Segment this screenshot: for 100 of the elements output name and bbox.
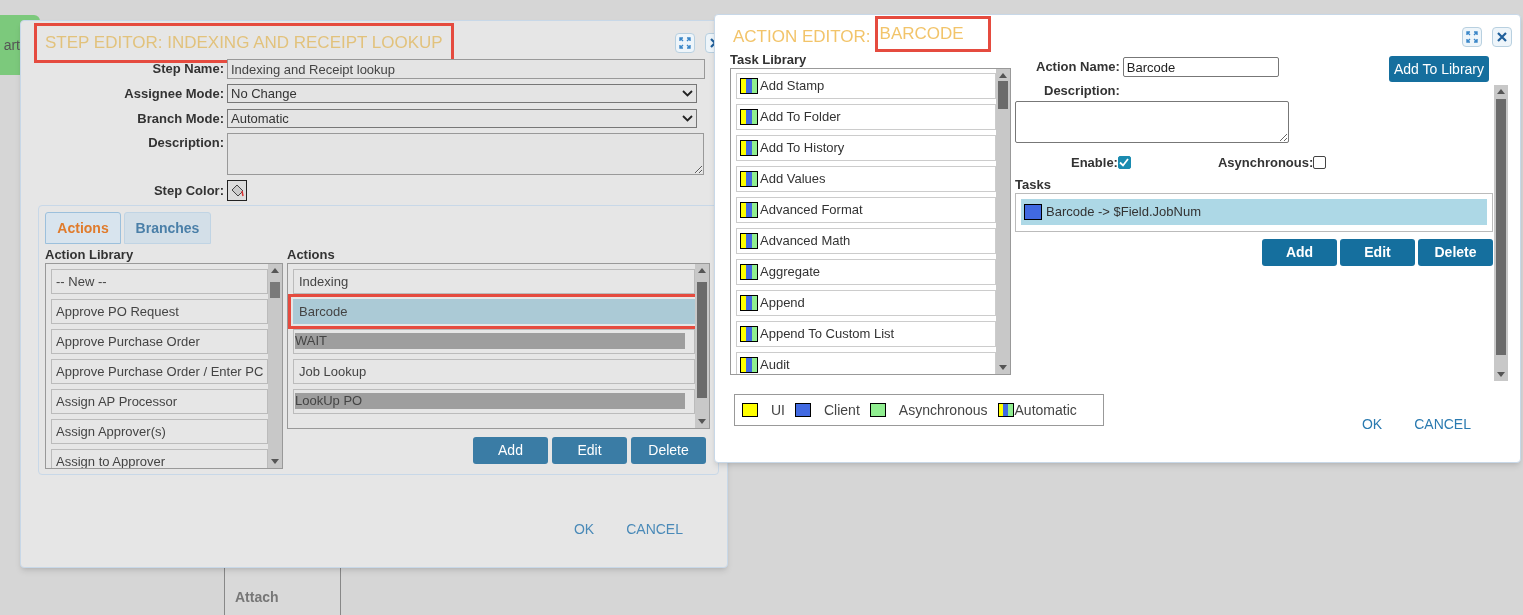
task-type-icon: [1024, 204, 1042, 220]
scroll-up-icon[interactable]: [999, 73, 1007, 78]
action-name-title: BARCODE: [874, 15, 991, 52]
list-title: Task Library: [730, 52, 808, 68]
field-label: Description:: [147, 134, 225, 152]
task-button[interactable]: Edit: [1340, 239, 1415, 266]
scroll-up-icon[interactable]: [698, 268, 706, 273]
field-label: Action Name:: [1036, 58, 1120, 77]
chevron-down-icon: [682, 114, 693, 122]
action-name-field[interactable]: Barcode: [1122, 57, 1279, 77]
task-label: Append To Custom List: [760, 325, 895, 344]
mode-select[interactable]: Automatic: [227, 108, 697, 128]
field-label: Asynchronous:: [1217, 153, 1314, 172]
legend-label: UI: [771, 400, 785, 420]
list-title: Tasks: [1015, 177, 1052, 193]
node-label: Attach: [235, 589, 280, 605]
description-field[interactable]: [1015, 100, 1289, 143]
close-icon[interactable]: [1492, 26, 1512, 47]
field-label: Step Color:: [152, 181, 225, 200]
task-library-item[interactable]: Add To Folder: [736, 104, 996, 130]
task-label: Advanced Math: [760, 232, 851, 251]
library-item[interactable]: Assign to Approver: [51, 449, 269, 468]
field-label: Enable:: [1071, 153, 1118, 172]
add-to-library-button[interactable]: Add To Library: [1389, 56, 1489, 82]
action-item[interactable]: Indexing: [293, 269, 695, 294]
task-label: Add To History: [760, 139, 845, 158]
task-type-icon: [740, 78, 758, 94]
scroll-thumb[interactable]: [1496, 99, 1506, 355]
task-library-item[interactable]: Add Stamp: [736, 73, 996, 99]
task-button[interactable]: Add: [1262, 239, 1337, 266]
task-library-item[interactable]: Advanced Math: [736, 228, 996, 254]
task-label: Append: [760, 294, 805, 313]
task-type-icon: [795, 403, 811, 417]
field-label: Branch Mode:: [136, 109, 225, 128]
maximize-icon[interactable]: [675, 33, 695, 53]
task-type-icon: [740, 326, 758, 342]
task-item[interactable]: Barcode -> $Field.JobNum: [1021, 199, 1487, 225]
step-name-field[interactable]: Indexing and Receipt lookup: [227, 59, 705, 79]
scroll-down-icon[interactable]: [999, 365, 1007, 370]
dialog-button[interactable]: CANCEL: [1410, 414, 1475, 435]
task-button[interactable]: Delete: [1418, 239, 1493, 266]
task-type-icon: [740, 295, 758, 311]
task-library-item[interactable]: Aggregate: [736, 259, 996, 285]
paint-bucket-icon[interactable]: [227, 180, 247, 201]
mode-select[interactable]: No Change: [227, 84, 697, 104]
task-library-item[interactable]: Advanced Format: [736, 197, 996, 223]
task-type-icon: [740, 109, 758, 125]
scrollbar[interactable]: [1494, 85, 1508, 381]
field-label: Step Name:: [151, 60, 225, 79]
library-item[interactable]: -- New --: [51, 269, 269, 294]
scrollbar[interactable]: [695, 264, 709, 428]
scroll-thumb[interactable]: [270, 282, 281, 298]
scroll-up-icon[interactable]: [1497, 89, 1505, 94]
scroll-thumb[interactable]: [697, 282, 707, 398]
scroll-up-icon[interactable]: [271, 268, 280, 273]
legend-label: Client: [824, 400, 860, 420]
action-button[interactable]: Delete: [631, 437, 706, 464]
dialog-button[interactable]: OK: [1357, 414, 1387, 435]
library-item[interactable]: Assign Approver(s): [51, 419, 269, 444]
action-button[interactable]: Edit: [552, 437, 627, 464]
task-library-item[interactable]: Add Values: [736, 166, 996, 192]
task-label: Audit: [760, 356, 790, 374]
scroll-down-icon[interactable]: [698, 419, 706, 424]
list-title: Action Library: [45, 246, 135, 263]
task-type-icon: [740, 202, 758, 218]
action-item[interactable]: Job Lookup: [293, 359, 695, 384]
dialog-title: ACTION EDITOR:: [733, 25, 872, 48]
maximize-icon[interactable]: [1462, 26, 1482, 47]
legend-label: Automatic: [1014, 400, 1077, 420]
checkbox[interactable]: [1313, 155, 1327, 169]
field-label: Description:: [1044, 82, 1121, 100]
scroll-down-icon[interactable]: [271, 459, 280, 464]
task-type-icon: [740, 264, 758, 280]
task-label: Add Values: [760, 170, 826, 189]
action-button[interactable]: Add: [473, 437, 548, 464]
library-item[interactable]: Approve Purchase Order: [51, 329, 269, 354]
task-label: Barcode -> $Field.JobNum: [1046, 203, 1201, 222]
task-library-item[interactable]: Add To History: [736, 135, 996, 161]
task-type-icon: [740, 357, 758, 373]
chevron-down-icon: [682, 90, 693, 98]
list-title: Actions: [287, 246, 336, 263]
task-type-icon: [740, 233, 758, 249]
scroll-down-icon[interactable]: [1497, 372, 1505, 377]
task-library-item[interactable]: Append To Custom List: [736, 321, 996, 347]
library-item[interactable]: Approve PO Request: [51, 299, 269, 324]
library-item[interactable]: Approve Purchase Order / Enter PC: [51, 359, 269, 384]
scrollbar[interactable]: [996, 69, 1010, 374]
scrollbar[interactable]: [268, 264, 282, 468]
scroll-thumb[interactable]: [998, 81, 1008, 109]
library-item[interactable]: Assign AP Processor: [51, 389, 269, 414]
task-label: Add To Folder: [760, 108, 841, 127]
checkbox[interactable]: [1117, 155, 1131, 169]
task-library-item[interactable]: Audit: [736, 352, 996, 374]
legend-label: Asynchronous: [898, 400, 988, 420]
node-label: art: [3, 35, 20, 55]
field-label: Assignee Mode:: [123, 85, 225, 103]
description-field[interactable]: [227, 133, 704, 175]
task-type-icon: [742, 403, 758, 417]
task-library-item[interactable]: Append: [736, 290, 996, 316]
task-type-icon: [997, 403, 1014, 417]
